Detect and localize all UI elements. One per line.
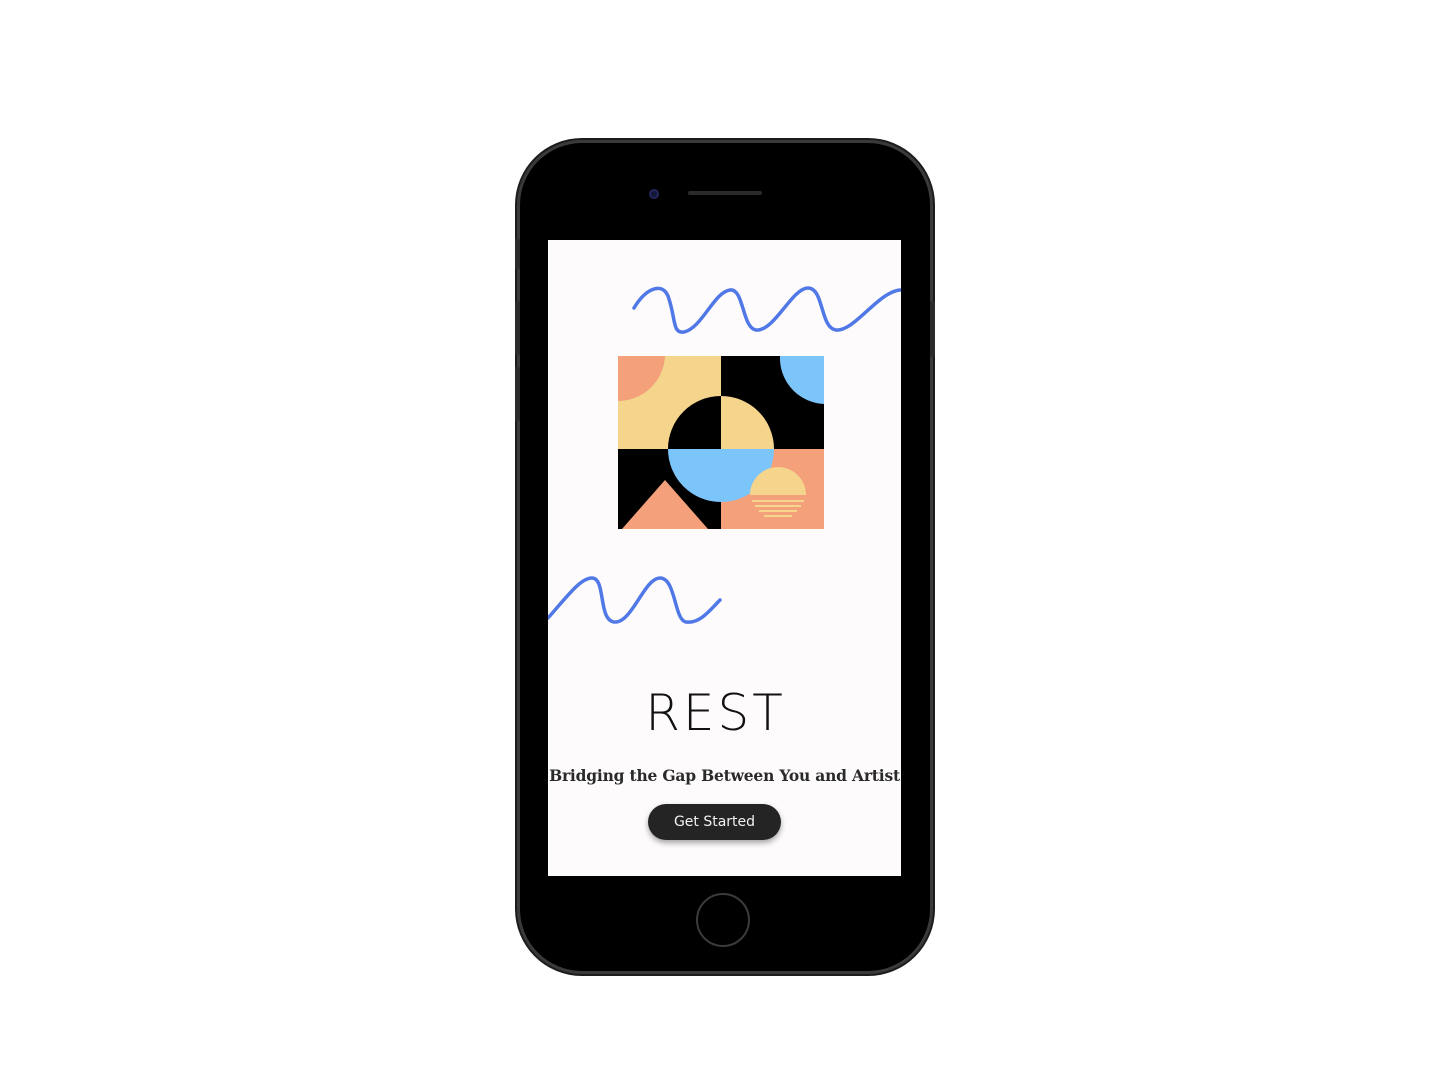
squiggle-wave-icon (548, 576, 722, 624)
home-button[interactable] (696, 893, 750, 947)
mockup-stage: REST Bridging the Gap Between You and Ar… (0, 0, 1444, 1090)
volume-up-button (515, 301, 520, 355)
phone-frame: REST Bridging the Gap Between You and Ar… (515, 143, 935, 971)
get-started-button[interactable]: Get Started (648, 804, 781, 840)
app-title: REST (645, 684, 786, 742)
earpiece-speaker (688, 191, 762, 195)
front-camera (649, 189, 659, 199)
app-screen: REST Bridging the Gap Between You and Ar… (548, 240, 901, 876)
geometric-art-icon (618, 356, 824, 529)
volume-down-button (515, 367, 520, 421)
mute-switch (515, 239, 520, 269)
power-button (930, 301, 935, 357)
tagline: Bridging the Gap Between You and Artist (549, 766, 900, 785)
squiggle-wave-icon (632, 286, 901, 334)
